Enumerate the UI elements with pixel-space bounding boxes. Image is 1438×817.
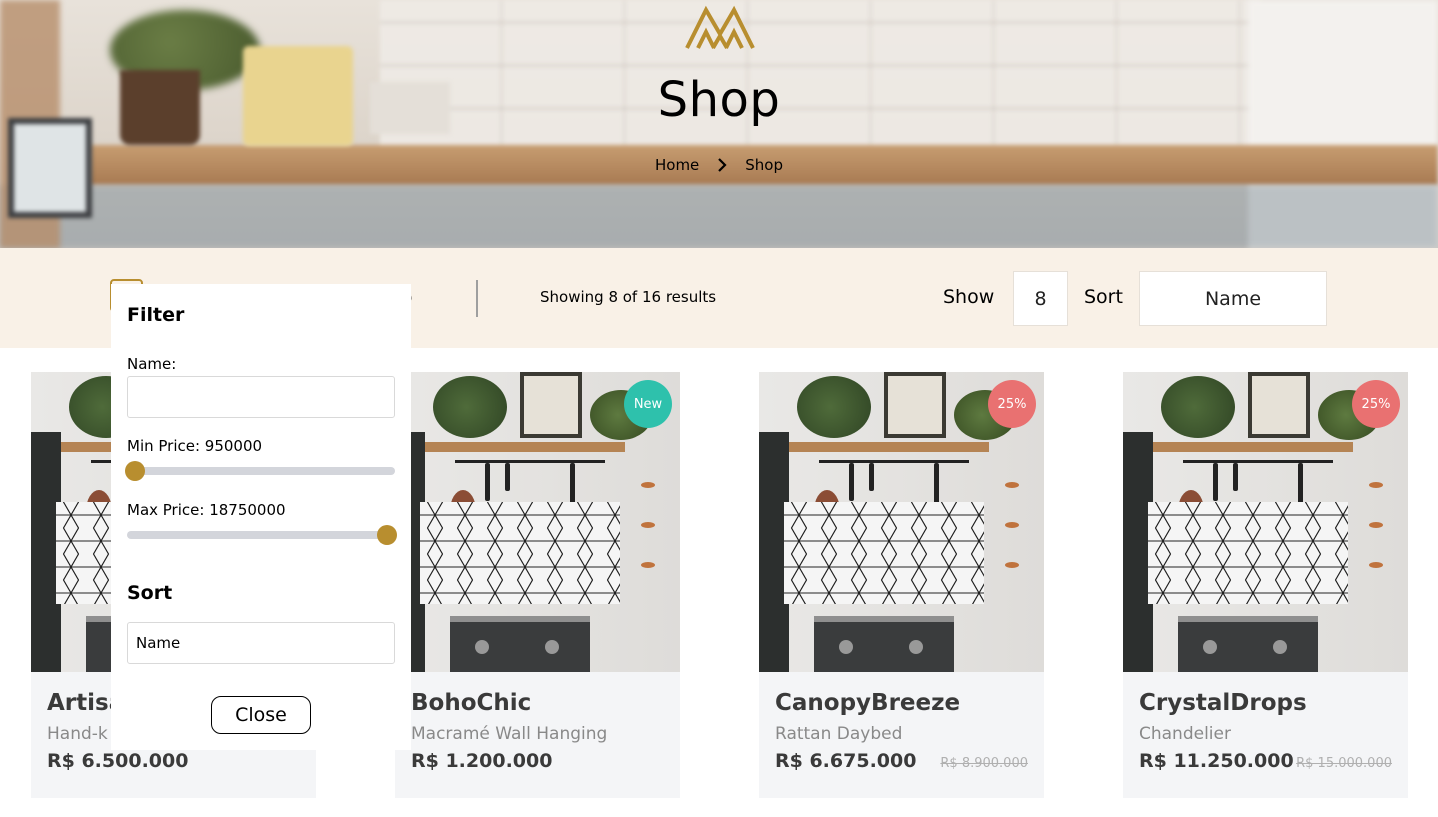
discount-badge: 25% [1352,380,1400,428]
product-description: Rattan Daybed [775,724,903,744]
name-input[interactable] [127,376,395,418]
product-info: CanopyBreeze Rattan Daybed R$ 6.675.000 … [775,690,1028,772]
product-name[interactable]: CrystalDrops [1139,690,1392,716]
toolbar-divider [476,280,478,317]
filter-title: Filter [127,304,185,326]
product-price: R$ 11.250.000 [1139,750,1294,772]
show-label: Show [943,286,995,308]
product-name[interactable]: BohoChic [411,690,664,716]
product-info: BohoChic Macramé Wall Hanging R$ 1.200.0… [411,690,664,772]
max-price-slider[interactable] [127,531,395,539]
breadcrumb-home-link[interactable]: Home [655,156,699,174]
sort-title: Sort [127,582,173,604]
product-old-price: R$ 8.900.000 [940,756,1028,771]
product-old-price: R$ 15.000.000 [1296,756,1392,771]
product-info: CrystalDrops Chandelier R$ 11.250.000 R$… [1139,690,1392,772]
product-description: Chandelier [1139,724,1231,744]
product-price: R$ 6.675.000 [775,750,917,772]
product-card[interactable]: 25% CrystalDrops Chandelier R$ 11.250.00… [1123,372,1408,798]
new-badge: New [624,380,672,428]
min-price-slider-thumb[interactable] [125,461,145,481]
product-prices: R$ 6.675.000 R$ 8.900.000 [775,750,1028,772]
sort-label: Sort [1084,286,1123,308]
hero-content: Shop Home Shop [0,0,1438,248]
breadcrumb: Home Shop [0,156,1438,174]
product-card[interactable]: New BohoChic Macramé Wall Hanging R$ 1.2… [395,372,680,798]
show-count-input[interactable]: 8 [1013,271,1068,326]
product-prices: R$ 6.500.000 [47,750,300,772]
max-price-slider-thumb[interactable] [377,525,397,545]
sort-select[interactable]: Name [1139,271,1327,326]
filter-panel: Filter Name: Min Price: 950000 Max Price… [111,284,411,750]
logo-icon [685,5,755,50]
product-price: R$ 6.500.000 [47,750,189,772]
max-price-label: Max Price: 18750000 [127,501,286,519]
chevron-right-icon [718,158,727,172]
hero-banner: Shop Home Shop [0,0,1438,248]
page-title: Shop [657,72,781,128]
min-price-slider[interactable] [127,467,395,475]
results-count: Showing 8 of 16 results [540,288,717,306]
product-card[interactable]: 25% CanopyBreeze Rattan Daybed R$ 6.675.… [759,372,1044,798]
close-button[interactable]: Close [211,696,311,734]
product-name[interactable]: CanopyBreeze [775,690,1028,716]
min-price-label: Min Price: 950000 [127,437,263,455]
product-prices: R$ 1.200.000 [411,750,664,772]
sort-input[interactable]: Name [127,622,395,664]
discount-badge: 25% [988,380,1036,428]
name-label: Name: [127,355,177,373]
product-prices: R$ 11.250.000 R$ 15.000.000 [1139,750,1392,772]
product-price: R$ 1.200.000 [411,750,553,772]
product-description: Macramé Wall Hanging [411,724,608,744]
breadcrumb-current: Shop [745,156,784,174]
